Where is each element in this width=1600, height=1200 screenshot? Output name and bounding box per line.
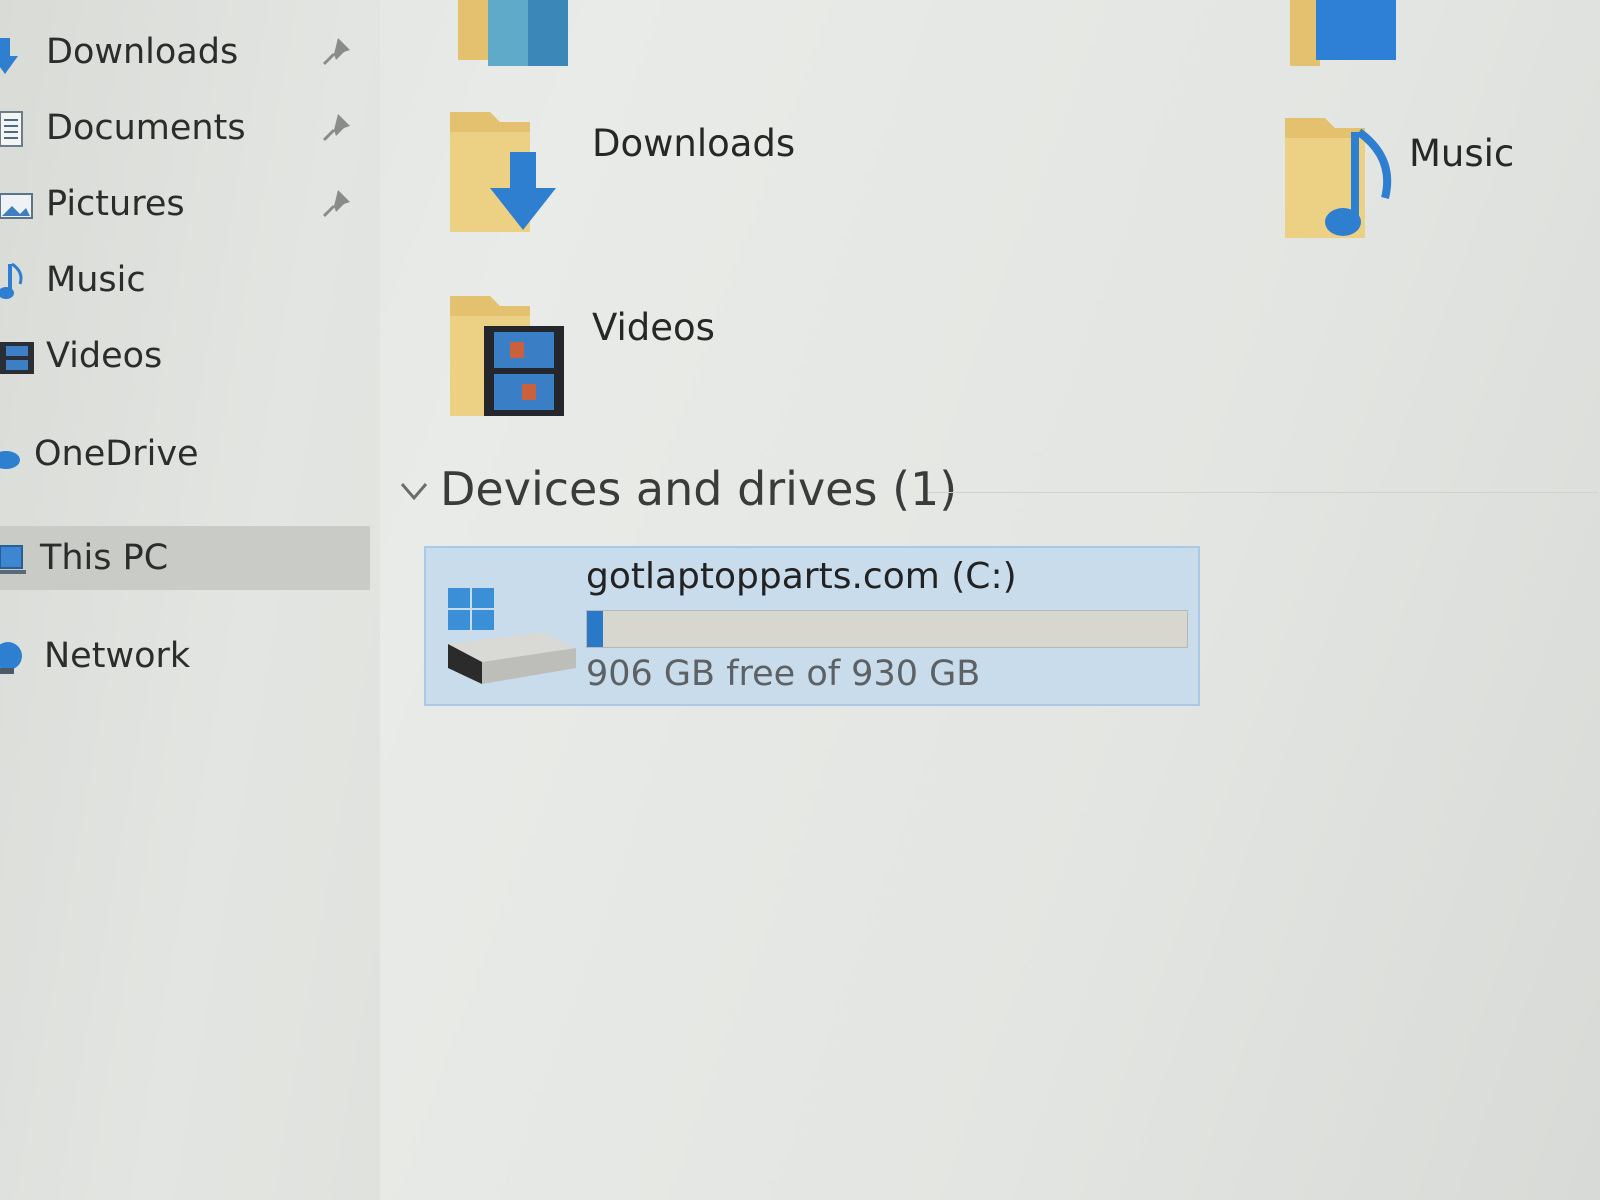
computer-icon: [0, 545, 26, 574]
sidebar-item-pictures[interactable]: Pictures: [0, 172, 370, 236]
download-arrow-icon: [0, 38, 18, 74]
pin-icon[interactable]: [318, 110, 354, 146]
content-pane: Downloads Music Videos Devices and drive…: [380, 0, 1600, 1200]
music-folder-icon: [1285, 118, 1392, 238]
folder-videos[interactable]: Videos: [450, 296, 870, 426]
sidebar-item-onedrive[interactable]: OneDrive: [0, 422, 370, 486]
desktop-folder-icon[interactable]: [458, 0, 578, 70]
sidebar-item-documents[interactable]: Documents: [0, 96, 370, 160]
sidebar-item-label: Videos: [46, 336, 163, 376]
downloads-folder-icon: [450, 112, 556, 232]
sidebar-item-label: Documents: [46, 108, 246, 148]
file-explorer-window: Downloads Documents Pictures Music Video…: [0, 0, 1600, 1200]
network-icon: [0, 642, 22, 674]
sidebar-item-label: Pictures: [46, 184, 185, 224]
drive-usage-fill: [587, 611, 603, 647]
pin-icon[interactable]: [318, 34, 354, 70]
folder-downloads[interactable]: Downloads: [450, 112, 870, 242]
music-note-icon: [0, 262, 23, 299]
pictures-icon: [0, 193, 33, 219]
windows-drive-icon: [448, 588, 576, 684]
sidebar-item-downloads[interactable]: Downloads: [0, 20, 370, 84]
sidebar-item-network[interactable]: Network: [0, 624, 370, 688]
sidebar-item-label: Network: [44, 636, 191, 676]
folder-name: Music: [1409, 132, 1515, 175]
film-icon: [0, 342, 34, 374]
navigation-pane: Downloads Documents Pictures Music Video…: [0, 0, 380, 1200]
section-title: Devices and drives (1): [440, 462, 958, 516]
sidebar-item-label: Downloads: [46, 32, 239, 72]
sidebar-item-this-pc[interactable]: This PC: [0, 526, 370, 590]
sidebar-item-label: OneDrive: [34, 434, 199, 474]
pin-icon[interactable]: [318, 186, 354, 222]
pictures-folder-icon[interactable]: [1290, 0, 1410, 70]
folder-name: Videos: [592, 306, 715, 349]
section-divider: [928, 492, 1598, 493]
sidebar-item-label: This PC: [40, 538, 169, 578]
videos-folder-icon: [450, 296, 564, 416]
folder-music[interactable]: Music: [1285, 118, 1585, 248]
drive-name: gotlaptopparts.com (C:): [586, 556, 1017, 597]
documents-icon: [0, 111, 23, 147]
drive-usage-bar: [586, 610, 1188, 648]
sidebar-item-videos[interactable]: Videos: [0, 324, 370, 388]
chevron-down-icon: [400, 483, 428, 501]
drive-c-tile[interactable]: gotlaptopparts.com (C:) 906 GB free of 9…: [424, 546, 1200, 706]
sidebar-item-label: Music: [46, 260, 146, 300]
sidebar-item-music[interactable]: Music: [0, 248, 370, 312]
devices-and-drives-header[interactable]: Devices and drives (1): [398, 462, 1598, 522]
folder-name: Downloads: [592, 122, 796, 165]
drive-free-space: 906 GB free of 930 GB: [586, 654, 981, 694]
